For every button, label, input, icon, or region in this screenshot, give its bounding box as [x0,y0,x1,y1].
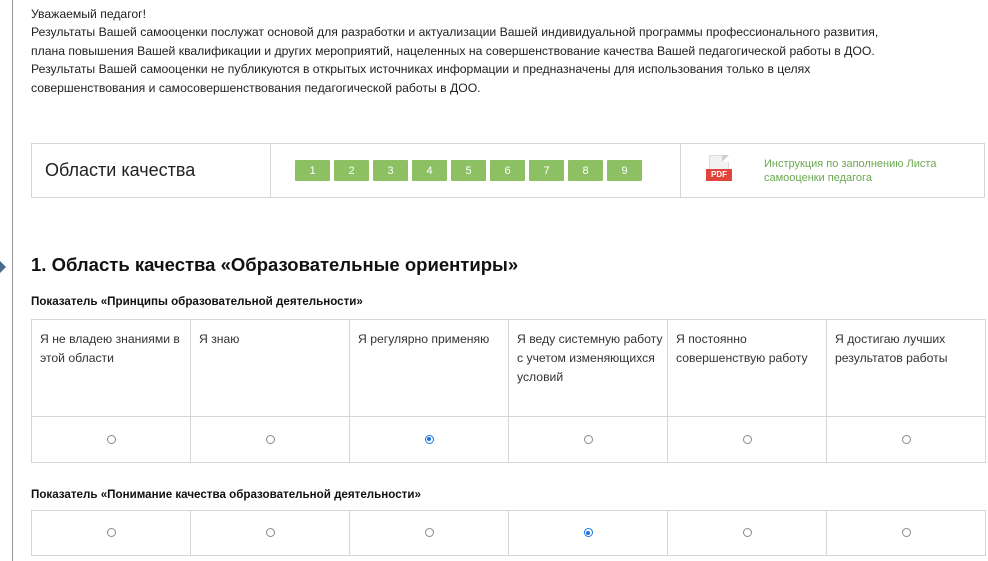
instruction-document: PDF Инструкция по заполнению Листа самоо… [681,144,984,197]
scale-radio[interactable] [742,528,752,538]
scale-radio[interactable] [742,434,752,444]
intro-greeting: Уважаемый педагог! [31,7,147,21]
left-frame-border [12,0,13,561]
pdf-file-icon[interactable]: PDF [706,154,732,187]
quality-area-buttons: 1 2 3 4 5 6 7 8 9 [271,144,681,197]
instruction-link[interactable]: Инструкция по заполнению Листа самооценк… [764,157,936,185]
scale-radio[interactable] [424,434,434,444]
scale-radio[interactable] [901,528,911,538]
scale-radio[interactable] [106,434,116,444]
indicator-title: Показатель «Принципы образовательной дея… [31,295,363,308]
scale-radio[interactable] [106,528,116,538]
self-assessment-scale-table: Я не владею знаниями в этой области Я зн… [31,319,986,463]
scale-option-label: Я знаю [190,319,350,417]
intro-text: Уважаемый педагог! Результаты Вашей само… [31,5,976,97]
scale-option-label: Я достигаю лучших результатов работы [826,319,986,417]
section-title: 1. Область качества «Образовательные ори… [31,254,519,275]
quality-area-button-4[interactable]: 4 [412,160,447,181]
intro-line: Результаты Вашей самооценки не публикуют… [31,62,811,77]
quality-area-button-5[interactable]: 5 [451,160,486,181]
collapse-arrow-icon[interactable] [0,261,6,273]
scale-radio[interactable] [265,434,275,444]
quality-area-button-9[interactable]: 9 [607,160,642,181]
quality-area-button-3[interactable]: 3 [373,160,408,181]
quality-area-button-6[interactable]: 6 [490,160,525,181]
self-assessment-scale-table [31,510,986,556]
scale-radio[interactable] [424,528,434,538]
quality-area-button-1[interactable]: 1 [295,160,330,181]
scale-radio[interactable] [583,434,593,444]
instruction-link-line[interactable]: Инструкция по заполнению Листа [764,157,936,171]
scale-option-label: Я веду системную работу с учетом изменяю… [508,319,668,417]
quality-areas-title: Области качества [32,144,271,197]
scale-radio[interactable] [583,528,593,538]
scale-option-label: Я регулярно применяю [349,319,509,417]
scale-option-label: Я постоянно совершенствую работу [667,319,827,417]
scale-option-label: Я не владею знаниями в этой области [31,319,191,417]
instruction-link-line[interactable]: самооценки педагога [764,171,936,185]
quality-area-button-2[interactable]: 2 [334,160,369,181]
quality-area-button-8[interactable]: 8 [568,160,603,181]
scale-radio[interactable] [265,528,275,538]
intro-line: плана повышения Вашей квалификации и дру… [31,43,875,58]
scale-radio[interactable] [901,434,911,444]
intro-line: Результаты Вашей самооценки послужат осн… [31,25,879,40]
pdf-label: PDF [706,168,732,181]
intro-line: совершенствования и самосовершенствовани… [31,80,481,95]
indicator-title: Показатель «Понимание качества образоват… [31,488,421,501]
quality-area-button-7[interactable]: 7 [529,160,564,181]
quality-areas-panel: Области качества 1 2 3 4 5 6 7 8 9 PDF И… [31,143,985,198]
